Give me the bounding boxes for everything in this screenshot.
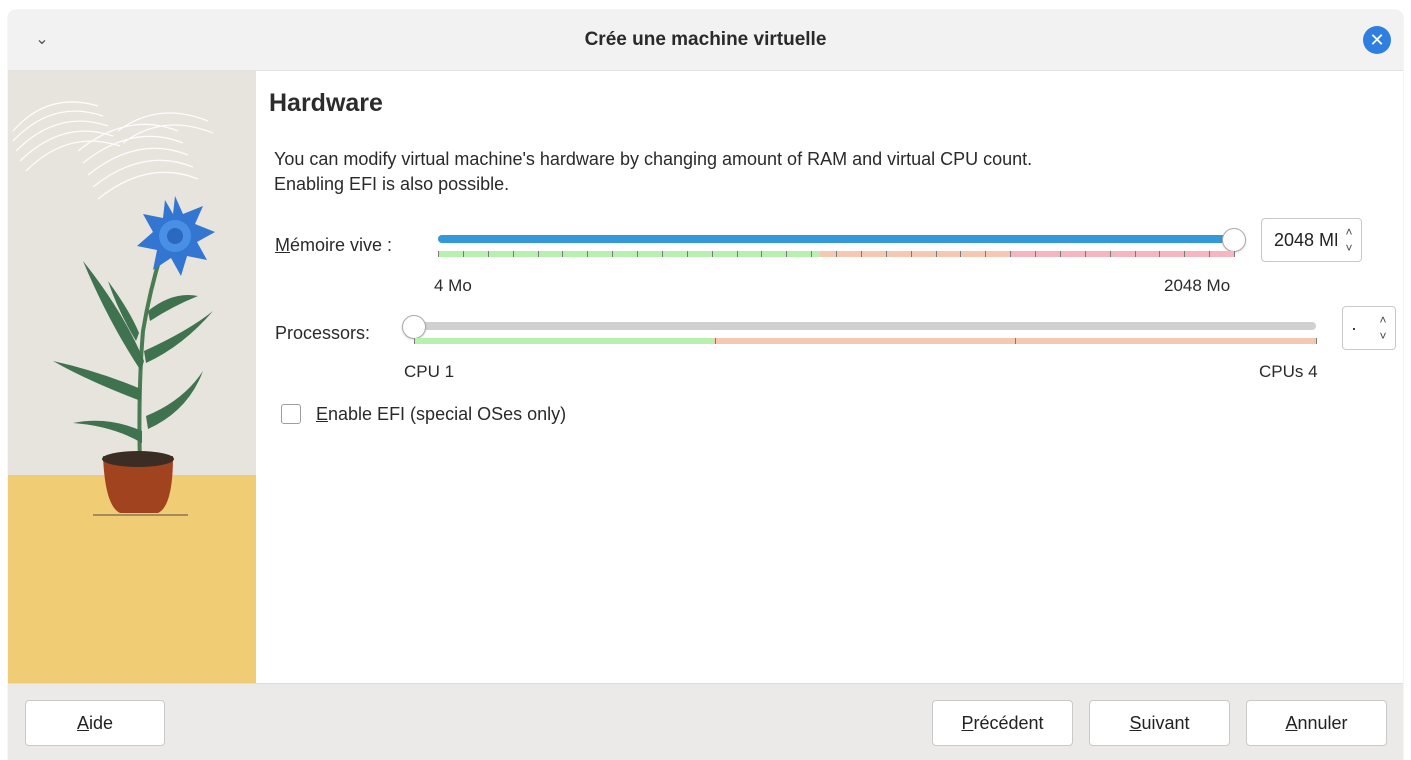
close-icon[interactable]: ✕ xyxy=(1363,26,1391,54)
chevron-down-icon[interactable]: ˅ xyxy=(1343,241,1355,255)
slider-tick xyxy=(487,251,489,257)
slider-tick xyxy=(537,251,539,257)
wizard-illustration xyxy=(8,71,256,683)
memory-value: 2048 ME xyxy=(1274,230,1347,250)
page-description: You can modify virtual machine's hardwar… xyxy=(274,149,1033,194)
slider-tick xyxy=(711,251,713,257)
slider-tick xyxy=(1059,251,1061,257)
back-button[interactable]: Précédent xyxy=(932,700,1073,746)
slider-tick xyxy=(885,251,887,257)
slider-tick xyxy=(860,251,862,257)
slider-tick xyxy=(1159,251,1161,257)
slider-tick xyxy=(1035,251,1036,257)
page-title: Hardware xyxy=(269,89,383,117)
help-button[interactable]: Aide xyxy=(25,700,165,746)
slider-tick xyxy=(1010,251,1012,257)
slider-tick xyxy=(935,251,937,257)
slider-tick xyxy=(562,251,564,257)
processors-stepper: ˄ ˅ xyxy=(1371,307,1395,349)
slider-tick xyxy=(512,251,514,257)
slider-tick xyxy=(736,251,738,257)
efi-label[interactable]: Enable EFI (special OSes only) xyxy=(316,404,566,425)
slider-tick xyxy=(438,251,439,257)
slider-tick xyxy=(414,338,415,344)
slider-tick xyxy=(761,251,763,257)
memory-slider[interactable] xyxy=(438,235,1234,243)
processors-ticks xyxy=(414,338,1317,344)
wizard-content: Hardware You can modify virtual machine'… xyxy=(264,71,1403,683)
memory-slider-fill xyxy=(438,235,1234,243)
slider-tick xyxy=(910,251,912,257)
slider-tick xyxy=(960,251,962,257)
processors-spinbox[interactable]: · ˄ ˅ xyxy=(1342,306,1396,350)
slider-tick xyxy=(587,251,589,257)
memory-slider-handle[interactable] xyxy=(1222,228,1246,252)
chevron-up-icon[interactable]: ˄ xyxy=(1377,313,1389,327)
slider-tick xyxy=(786,251,788,257)
slider-tick xyxy=(1316,338,1317,344)
slider-tick xyxy=(1134,251,1136,257)
memory-stepper: ˄ ˅ xyxy=(1337,219,1361,261)
title-bar: ⌄ Crée une machine virtuelle ✕ xyxy=(8,10,1403,71)
slider-tick xyxy=(985,251,987,257)
chevron-up-icon[interactable]: ˄ xyxy=(1343,225,1355,239)
memory-label: Mémoire vive : xyxy=(275,235,393,255)
slider-tick xyxy=(661,251,663,257)
memory-min-label: 4 Mo xyxy=(434,276,472,295)
window-title: Crée une machine virtuelle xyxy=(584,29,827,50)
next-button[interactable]: Suivant xyxy=(1089,700,1230,746)
processors-slider[interactable] xyxy=(414,322,1316,330)
processors-slider-handle[interactable] xyxy=(402,315,426,339)
slider-tick xyxy=(714,338,716,344)
cancel-button[interactable]: Annuler xyxy=(1246,700,1387,746)
slider-tick xyxy=(637,251,638,257)
slider-tick xyxy=(1015,338,1017,344)
slider-tick xyxy=(1209,251,1211,257)
processors-label: Processors: xyxy=(275,323,371,343)
slider-tick xyxy=(1184,251,1186,257)
slider-tick xyxy=(836,251,837,257)
slider-tick xyxy=(612,251,614,257)
efi-checkbox[interactable] xyxy=(281,404,301,424)
memory-ticks xyxy=(438,251,1235,257)
create-vm-dialog: ⌄ Crée une machine virtuelle ✕ Hardware … xyxy=(8,10,1403,760)
slider-tick xyxy=(462,251,464,257)
slider-tick xyxy=(811,251,813,257)
processors-value: · xyxy=(1351,318,1357,338)
button-bar: Aide Précédent Suivant Annuler xyxy=(8,683,1403,760)
slider-tick xyxy=(686,251,688,257)
slider-tick xyxy=(1084,251,1086,257)
memory-spinbox[interactable]: 2048 ME ˄ ˅ xyxy=(1261,218,1362,262)
slider-tick xyxy=(1109,251,1111,257)
memory-max-label: 2048 Mo xyxy=(1164,276,1231,295)
processors-max-label: CPUs 4 xyxy=(1259,362,1318,381)
slider-tick xyxy=(1234,251,1235,257)
processors-min-label: CPU 1 xyxy=(404,362,455,381)
chevron-down-icon[interactable]: ˅ xyxy=(1377,329,1389,343)
